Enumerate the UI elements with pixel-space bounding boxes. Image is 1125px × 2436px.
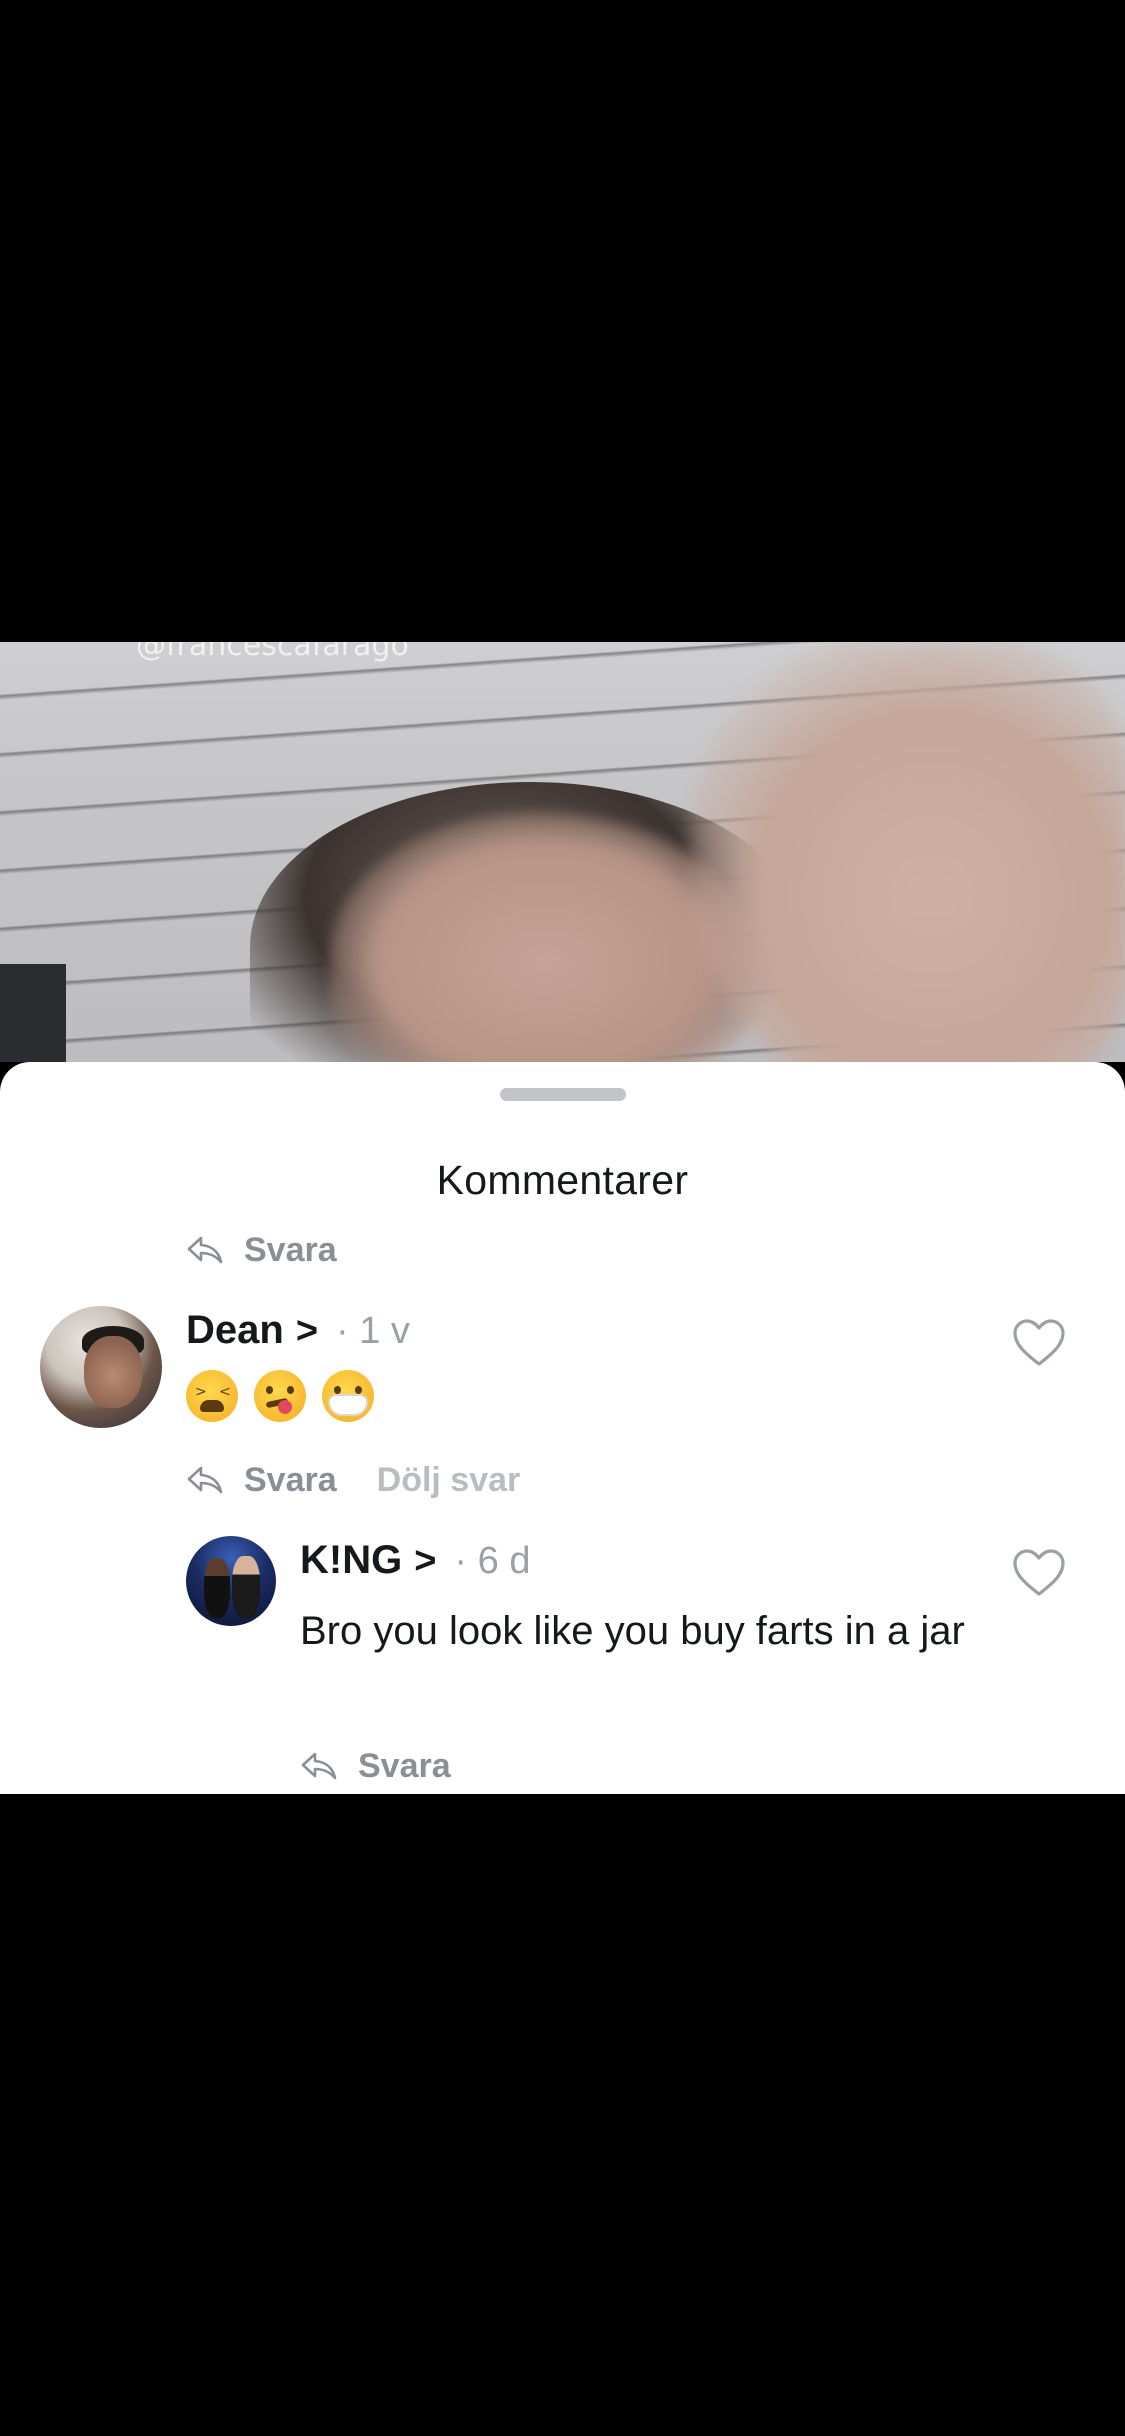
comment-text: Bro you look like you buy farts in a jar <box>300 1609 965 1653</box>
avatar-person <box>232 1556 260 1618</box>
sheet-title: Kommentarer <box>436 1157 689 1203</box>
avatar-person <box>204 1558 230 1618</box>
face-with-tongue-icon <box>254 1370 306 1422</box>
chevron-right-icon[interactable]: > <box>296 1310 318 1353</box>
reply-button[interactable]: Svara <box>300 1747 451 1786</box>
reply-button[interactable]: Svara <box>186 1461 337 1500</box>
video-watermark: @francescafarago <box>136 642 409 663</box>
avatar-face <box>84 1336 142 1408</box>
avatar[interactable] <box>186 1536 276 1626</box>
reply-arrow-icon <box>187 1466 223 1494</box>
tired-face-icon: > < <box>186 1370 238 1422</box>
comment-actions: Svara <box>300 1744 451 1788</box>
comments-sheet: Kommentarer Svara Dean > · 1 v > < Svara… <box>0 1062 1125 1794</box>
sheet-drag-handle[interactable] <box>500 1088 626 1101</box>
comment-emoji-content: > < <box>186 1370 390 1422</box>
avatar[interactable] <box>40 1306 162 1428</box>
reply-label: Svara <box>244 1230 337 1269</box>
bottom-letterbox <box>0 1794 1125 2436</box>
reply-label: Svara <box>358 1746 451 1785</box>
comment-username[interactable]: K!NG <box>300 1538 402 1583</box>
reply-button[interactable]: Svara <box>186 1231 337 1270</box>
video-player[interactable]: @francescafarago <box>0 642 1125 1062</box>
heart-outline-icon[interactable] <box>1012 1318 1066 1368</box>
heart-outline-icon[interactable] <box>1012 1548 1066 1598</box>
chevron-right-icon[interactable]: > <box>414 1540 436 1583</box>
top-letterbox <box>0 0 1125 642</box>
previous-comment-actions: Svara <box>186 1228 337 1272</box>
comment-timestamp: · 1 v <box>336 1310 410 1352</box>
reply-label: Svara <box>244 1460 337 1499</box>
reply-arrow-icon <box>187 1236 223 1264</box>
video-tv-object <box>0 964 66 1062</box>
video-hand-blur <box>690 642 1125 1062</box>
comment-username[interactable]: Dean <box>186 1308 284 1353</box>
reply-arrow-icon <box>301 1752 337 1780</box>
hide-replies-button[interactable]: Dölj svar <box>377 1461 521 1500</box>
face-with-medical-mask-icon <box>322 1370 374 1422</box>
comment-actions: Svara Dölj svar <box>186 1458 520 1502</box>
comment-timestamp: · 6 d <box>454 1540 531 1582</box>
comment-header: Dean > · 1 v <box>186 1308 410 1353</box>
comment-header: K!NG > · 6 d <box>300 1538 530 1583</box>
